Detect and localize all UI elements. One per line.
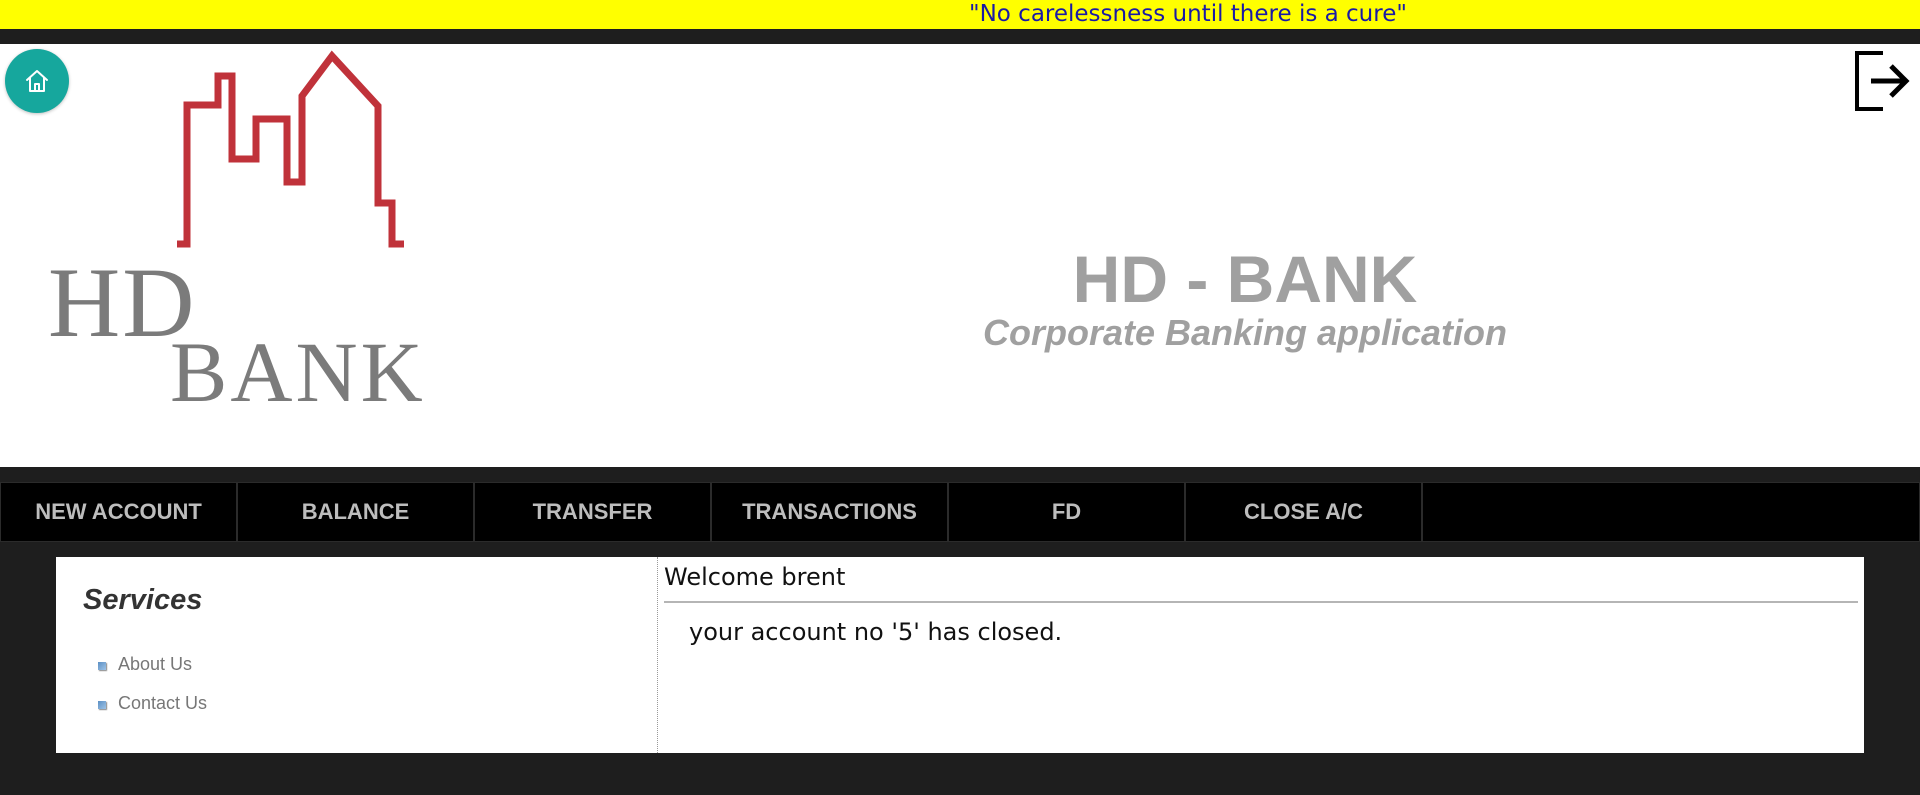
page-subtitle: Corporate Banking application	[982, 312, 1508, 353]
header-divider	[0, 29, 1920, 44]
sidebar-link-about-us[interactable]: About Us	[118, 654, 192, 675]
welcome-text: Welcome brent	[664, 563, 846, 591]
main-nav: NEW ACCOUNT BALANCE TRANSFER TRANSACTION…	[0, 482, 1920, 542]
bank-logo: HD BANK	[40, 49, 423, 419]
bullet-icon	[98, 701, 106, 709]
main-content: Welcome brent your account no '5' has cl…	[664, 557, 1859, 753]
skyline-icon	[177, 50, 404, 248]
page-title: HD - BANK	[1072, 242, 1418, 316]
nav-balance[interactable]: BALANCE	[237, 482, 474, 542]
logo-text-bank: BANK	[170, 324, 426, 420]
nav-close-account[interactable]: CLOSE A/C	[1185, 482, 1422, 542]
sidebar-link-contact-us[interactable]: Contact Us	[118, 693, 207, 714]
nav-transfer[interactable]: TRANSFER	[474, 482, 711, 542]
status-message: your account no '5' has closed.	[689, 618, 1063, 646]
content-panel: Services About Us Contact Us Welcome bre…	[56, 557, 1864, 753]
bullet-icon	[98, 662, 106, 670]
title-block: HD - BANK Corporate Banking application	[965, 244, 1525, 354]
logout-button[interactable]	[1853, 49, 1911, 117]
services-title: Services	[83, 584, 203, 616]
content-divider	[664, 601, 1858, 603]
nav-fd[interactable]: FD	[948, 482, 1185, 542]
nav-filler	[1422, 482, 1920, 542]
logout-icon	[1855, 51, 1910, 111]
services-sidebar: Services About Us Contact Us	[56, 557, 658, 753]
header: HD BANK HD - BANK Corporate Banking appl…	[0, 44, 1920, 467]
marquee-text: "No carelessness until there is a cure"	[969, 1, 1407, 27]
marquee-banner: "No carelessness until there is a cure"	[0, 0, 1920, 29]
nav-new-account[interactable]: NEW ACCOUNT	[0, 482, 237, 542]
nav-transactions[interactable]: TRANSACTIONS	[711, 482, 948, 542]
